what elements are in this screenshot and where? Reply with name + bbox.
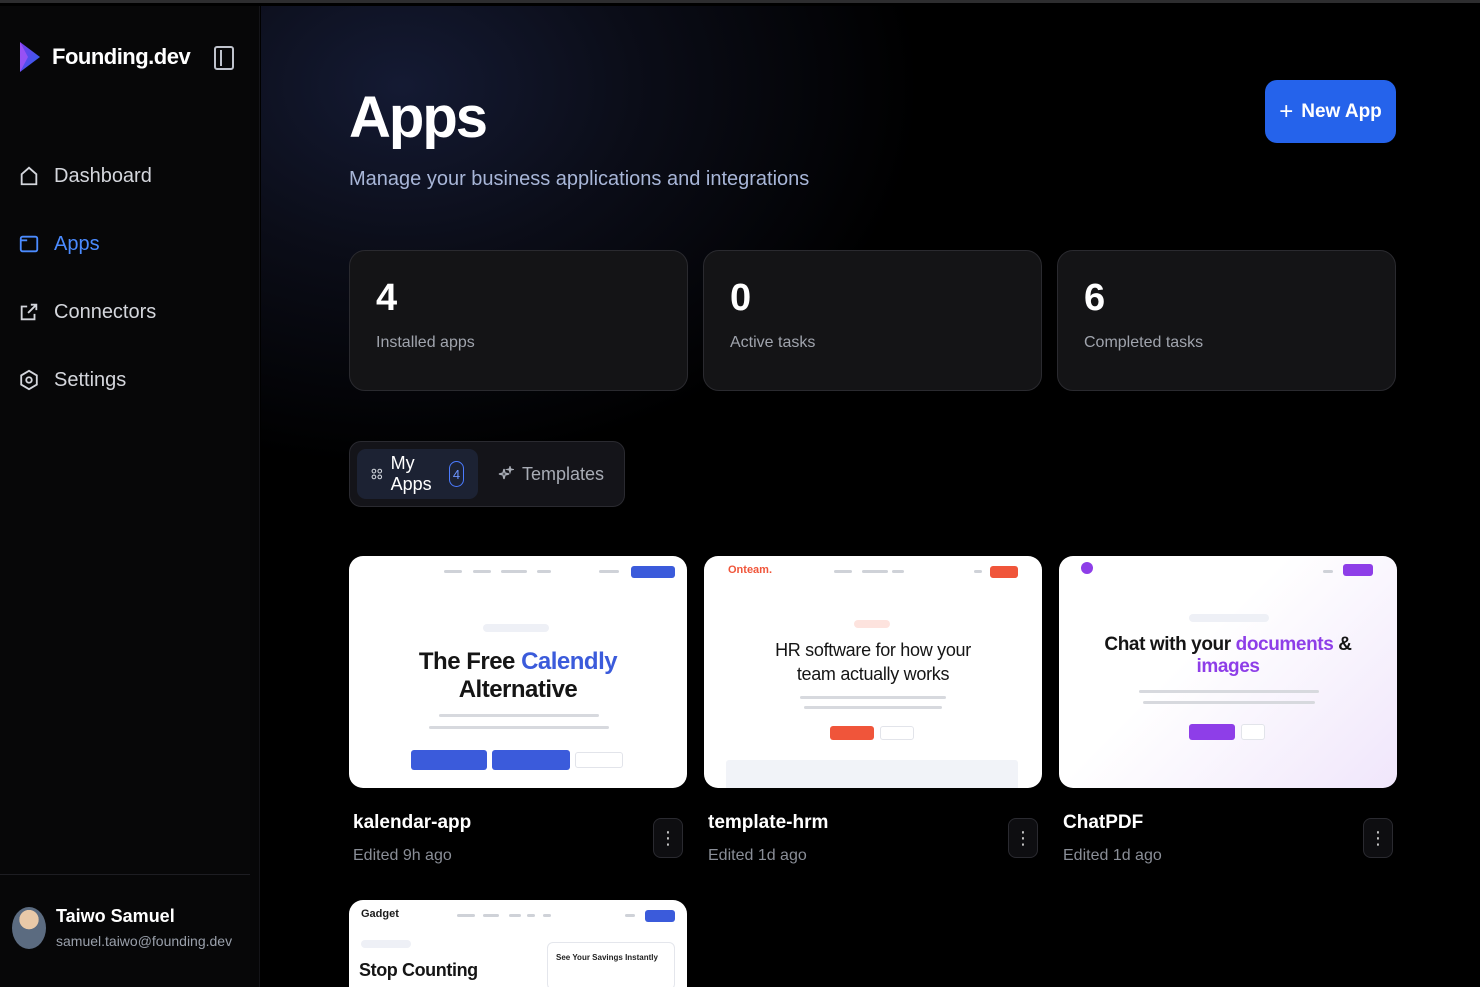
user-profile[interactable]: Taiwo Samuel samuel.taiwo@founding.dev [12, 906, 232, 949]
external-link-icon [20, 303, 38, 321]
sidebar-toggle-icon[interactable] [214, 46, 234, 70]
sidebar-item-label: Apps [54, 232, 100, 255]
app-preview[interactable]: The Free Calendly Alternative [349, 556, 687, 788]
user-email: samuel.taiwo@founding.dev [56, 933, 233, 949]
app-tabs: My Apps 4 Templates [349, 441, 625, 507]
sidebar-item-label: Dashboard [54, 164, 152, 187]
grid-icon [371, 468, 383, 480]
settings-hexagon-icon [20, 369, 38, 391]
sparkles-icon [498, 466, 515, 480]
sidebar-nav: Dashboard Apps Connectors Settings [18, 156, 248, 428]
stat-label: Active tasks [730, 334, 816, 351]
main-content: Apps Manage your business applications a… [261, 6, 1480, 987]
app-edited-time: Edited 9h ago [353, 847, 452, 864]
app-window: Founding.dev Dashboard Apps Connectors S… [0, 0, 1480, 987]
app-preview[interactable]: Chat with your documents & images [1059, 556, 1397, 788]
home-icon [20, 166, 38, 186]
more-options-icon[interactable]: ⋮ [1363, 818, 1393, 858]
stat-value: 4 [376, 277, 398, 319]
user-name: Taiwo Samuel [56, 906, 175, 926]
sidebar-divider [0, 874, 250, 875]
more-options-icon[interactable]: ⋮ [653, 818, 683, 858]
app-card-chatpdf[interactable]: Chat with your documents & images ChatPD… [1059, 556, 1397, 864]
tab-label: My Apps [390, 453, 432, 494]
stat-value: 6 [1084, 277, 1106, 319]
preview-nav [349, 908, 687, 924]
preview-nav [1059, 564, 1397, 580]
stat-value: 0 [730, 277, 752, 319]
stat-label: Completed tasks [1084, 334, 1204, 351]
new-app-label: New App [1301, 100, 1382, 122]
sidebar: Founding.dev Dashboard Apps Connectors S… [0, 6, 260, 987]
preview-headline-line2: team actually works [796, 664, 950, 684]
app-card-kalendar[interactable]: The Free Calendly Alternative kalendar-a… [349, 556, 687, 864]
tab-my-apps[interactable]: My Apps 4 [357, 449, 479, 499]
sidebar-item-connectors[interactable]: Connectors [18, 292, 248, 332]
stat-card-installed: 4 Installed apps [349, 250, 688, 391]
stat-label: Installed apps [376, 334, 475, 351]
stats-row: 4 Installed apps 0 Active tasks 6 Comple… [349, 250, 1396, 391]
app-card-gadget[interactable]: Gadget Stop Counting See Your Savings In… [349, 900, 687, 987]
tab-label: Templates [522, 463, 605, 484]
app-card-template-hrm[interactable]: Onteam. HR software for how your team ac… [704, 556, 1042, 864]
sidebar-item-label: Connectors [54, 300, 157, 323]
app-edited-time: Edited 1d ago [1063, 847, 1162, 864]
app-preview[interactable]: Onteam. HR software for how your team ac… [704, 556, 1042, 788]
preview-headline: HR software for how your [775, 640, 971, 660]
preview-headline: Chat with your documents & [1104, 634, 1352, 655]
app-name: ChatPDF [1063, 812, 1144, 833]
plus-icon: + [1279, 97, 1294, 125]
app-edited-time: Edited 1d ago [708, 847, 807, 864]
avatar [12, 906, 46, 949]
new-app-button[interactable]: + New App [1265, 80, 1396, 143]
brand-name: Founding.dev [52, 44, 191, 69]
preview-nav [704, 564, 1042, 580]
preview-headline-line2: Alternative [458, 676, 578, 703]
stat-card-completed: 6 Completed tasks [1057, 250, 1396, 391]
app-preview[interactable]: Gadget Stop Counting See Your Savings In… [349, 900, 687, 987]
preview-headline: Stop Counting [359, 960, 478, 980]
preview-headline-line2: images [1196, 656, 1260, 677]
preview-headline: The Free Calendly [418, 648, 618, 675]
sidebar-item-dashboard[interactable]: Dashboard [18, 156, 248, 196]
sidebar-item-label: Settings [54, 368, 127, 391]
preview-nav [349, 564, 687, 580]
app-name: template-hrm [708, 812, 829, 833]
more-options-icon[interactable]: ⋮ [1008, 818, 1038, 858]
preview-savings-card: See Your Savings Instantly [547, 942, 675, 987]
stat-card-active: 0 Active tasks [703, 250, 1042, 391]
app-name: kalendar-app [353, 812, 472, 833]
brand[interactable]: Founding.dev [18, 40, 191, 74]
founding-logo-icon [20, 42, 40, 72]
folder-icon [19, 235, 39, 253]
tab-templates[interactable]: Templates [484, 449, 618, 499]
page-title: Apps [349, 85, 488, 150]
sidebar-item-apps[interactable]: Apps [18, 224, 248, 264]
app-count-badge: 4 [448, 461, 465, 487]
sidebar-item-settings[interactable]: Settings [18, 360, 248, 400]
page-subtitle: Manage your business applications and in… [349, 168, 810, 190]
